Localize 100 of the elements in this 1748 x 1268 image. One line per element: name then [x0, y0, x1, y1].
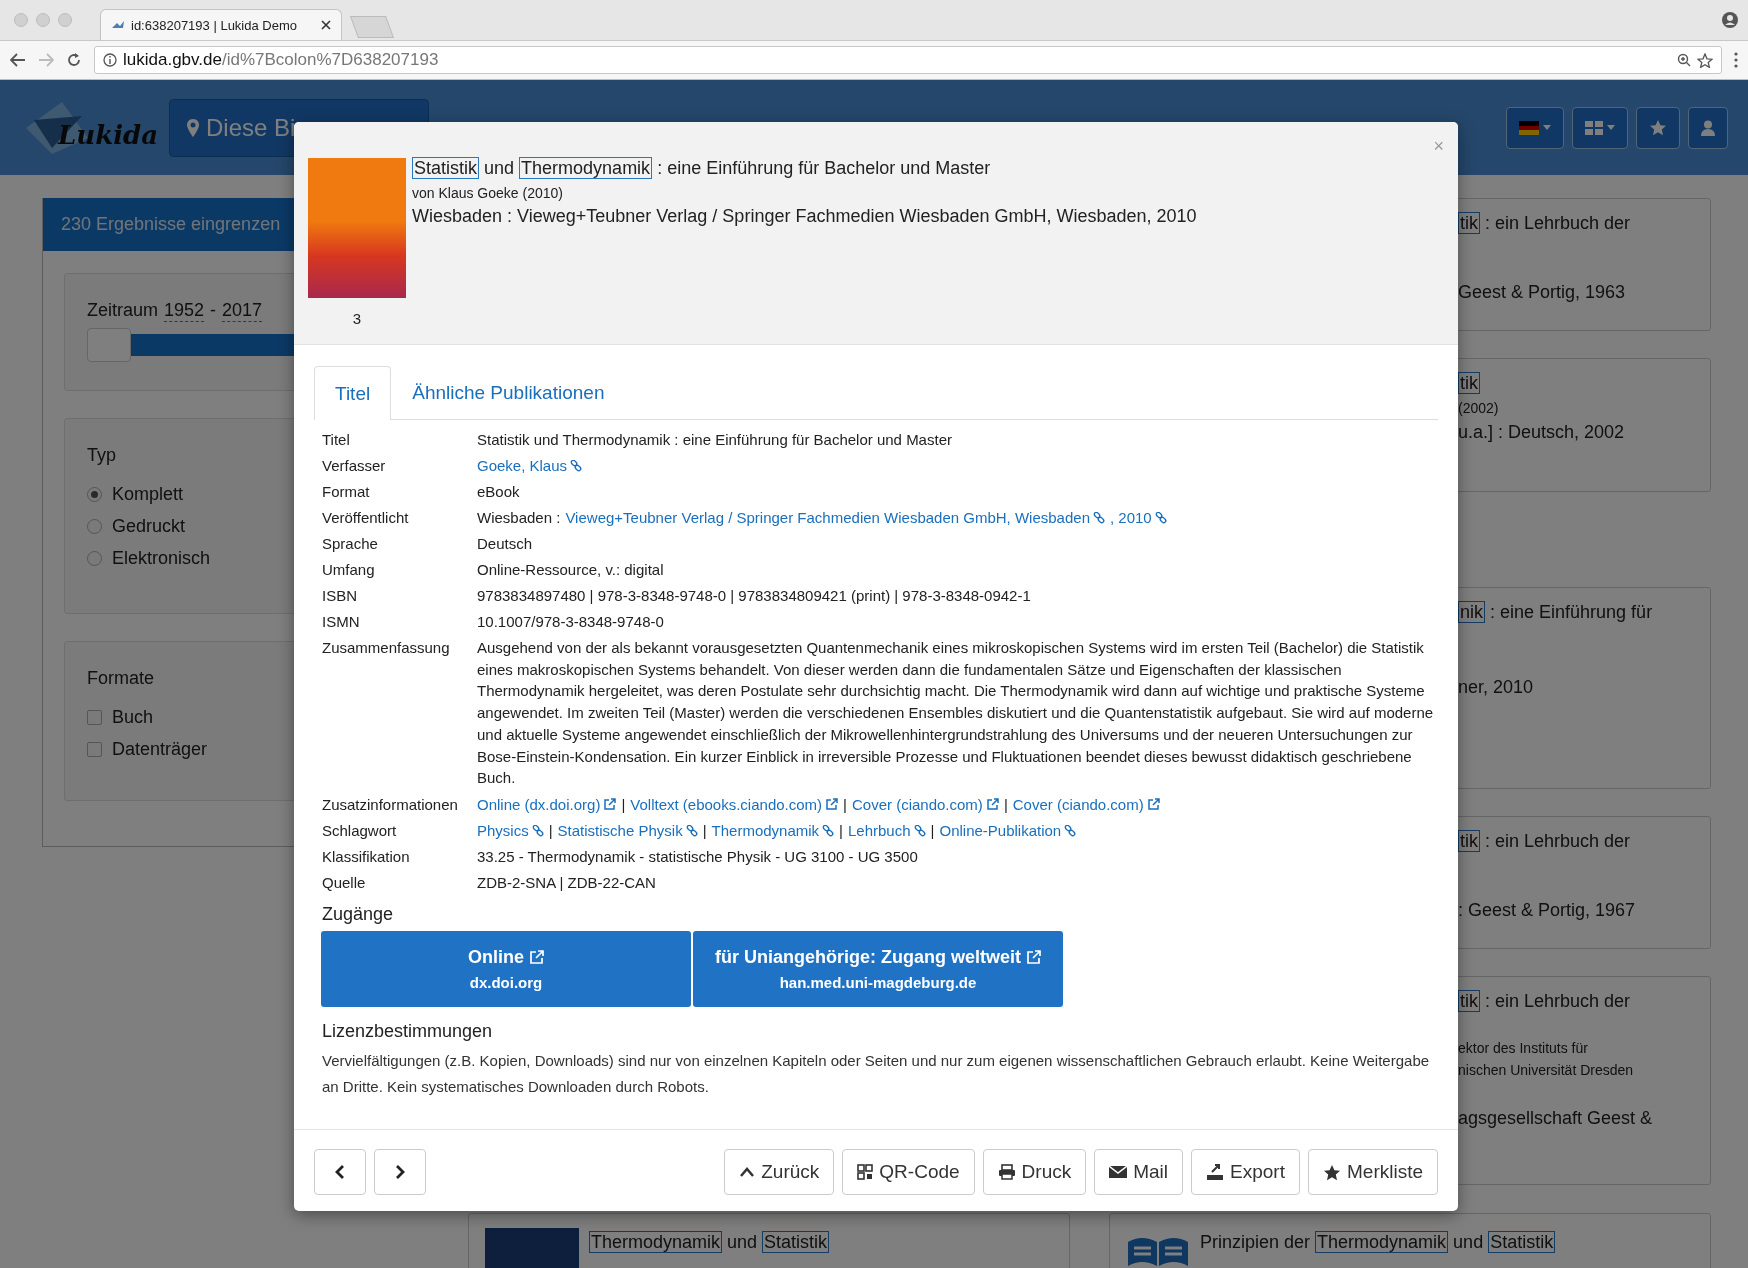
link[interactable]: Online-Publikation	[939, 817, 1077, 844]
result-publisher: agsgesellschaft Geest &	[1458, 1108, 1654, 1129]
link[interactable]: Thermodynamik	[711, 817, 835, 844]
section-heading: Zugänge	[322, 903, 395, 925]
option-label[interactable]: Datenträger	[112, 738, 208, 760]
checkbox[interactable]	[87, 709, 102, 725]
access-button[interactable]: Online dx.doi.org	[321, 930, 691, 1007]
caret-down-icon	[1543, 125, 1551, 130]
separator: |	[843, 794, 847, 815]
option-label[interactable]: Komplett	[112, 483, 184, 505]
footer-button[interactable]: QR-Code	[842, 1149, 975, 1195]
field-label: Umfang	[322, 560, 376, 580]
link[interactable]: Cover (ciando.com)	[852, 791, 999, 818]
field-label: Zusatzinformationen	[322, 794, 459, 815]
bird-icon	[111, 20, 125, 30]
tab[interactable]: Titel	[314, 366, 392, 420]
range-separator: -	[210, 300, 217, 322]
link[interactable]: Vieweg+Teubner Verlag / Springer Fachmedien Wiesbaden GmbH, Wiesbaden	[565, 505, 1105, 531]
link-icon	[685, 824, 698, 837]
field-value: Online-Ressource, v.: digital	[477, 560, 664, 580]
browser-tab[interactable]: id:638207193 | Lukida Demo	[100, 9, 342, 40]
option-label[interactable]: Elektronisch	[112, 547, 211, 569]
link[interactable]: Cover (ciando.com)	[1012, 791, 1160, 818]
forward-icon[interactable]	[38, 53, 54, 67]
close-icon[interactable]	[321, 20, 331, 30]
caret-up-icon	[739, 1166, 756, 1178]
field-value: Wiesbaden :	[477, 508, 561, 528]
field-label: Verfasser	[322, 456, 387, 476]
link[interactable]: Volltext (ebooks.ciando.com)	[630, 791, 839, 818]
link[interactable]: Physics	[477, 817, 544, 844]
footer-button[interactable]: Zurück	[724, 1149, 835, 1195]
separator: |	[621, 794, 626, 815]
menu-icon[interactable]	[1734, 52, 1738, 68]
link[interactable]: Statistische Physik	[557, 817, 698, 844]
footer-button[interactable]: Mail	[1094, 1149, 1184, 1195]
link-icon	[1154, 512, 1167, 524]
language-dropdown[interactable]	[1506, 106, 1564, 149]
year-from[interactable]: 1952	[164, 300, 205, 322]
link[interactable]: Goeke, Klaus	[477, 453, 583, 479]
external-link-icon	[529, 949, 544, 965]
separator: |	[702, 820, 707, 841]
account-icon[interactable]	[1722, 12, 1738, 28]
caret-down-icon	[1607, 125, 1615, 130]
footer-button[interactable]: Druck	[982, 1149, 1087, 1195]
radio-button[interactable]	[87, 486, 102, 502]
result-card[interactable]: Thermodynamik und Statistik	[468, 1213, 1070, 1268]
checkbox[interactable]	[87, 741, 102, 757]
cover-number: 3	[352, 310, 362, 327]
bookmark-star-icon[interactable]	[1697, 52, 1713, 68]
result-card[interactable]: Prinzipien der Thermodynamik und Statistik	[1109, 1213, 1711, 1268]
chevron-right-icon	[395, 1164, 405, 1180]
footer-button[interactable]: Export	[1191, 1149, 1300, 1195]
field-label: ISMN	[322, 612, 361, 632]
zoom-icon[interactable]	[1677, 53, 1691, 67]
option-label[interactable]: Gedruckt	[112, 515, 186, 537]
tab[interactable]: Ähnliche Publikationen	[391, 366, 626, 419]
link-icon	[913, 824, 926, 837]
author-line: von Klaus Goeke (2010)	[412, 185, 564, 201]
link-icon	[1064, 824, 1077, 837]
result-title: Prinzipien der Thermodynamik und Statistik	[1200, 1232, 1556, 1255]
link[interactable]: Online (dx.doi.org)	[477, 791, 617, 818]
user-icon	[1701, 119, 1715, 136]
imprint-line: Wiesbaden : Vieweg+Teubner Verlag / Springer Fachmedien Wiesbaden GmbH, Wiesbaden, 2010	[412, 206, 1197, 227]
external-link-icon	[1026, 949, 1041, 965]
result-publisher: Geest & Portig, 1963	[1458, 282, 1627, 303]
slider-handle[interactable]	[87, 328, 131, 362]
previous-button[interactable]	[314, 1149, 366, 1195]
field-value: Statistik und Thermodynamik : eine Einführung für Bachelor und Master	[477, 430, 952, 450]
link[interactable]: , 2010	[1110, 505, 1167, 531]
back-icon[interactable]	[10, 53, 26, 67]
grid-icon	[1585, 120, 1603, 135]
access-button[interactable]: für Uniangehörige: Zugang weltweit han.med.uni-magdeburg.de	[693, 930, 1063, 1007]
radio-button[interactable]	[87, 550, 102, 566]
grid-dropdown[interactable]	[1572, 106, 1628, 149]
result-title: tik	[1458, 373, 1481, 394]
result-meta: u.a.] : Deutsch, 2002	[1458, 422, 1626, 443]
result-title: tik : ein Lehrbuch der	[1458, 831, 1632, 852]
tab-title: id:638207193 | Lukida Demo	[131, 17, 298, 33]
star-icon	[1323, 1163, 1341, 1181]
next-button[interactable]	[374, 1149, 426, 1195]
link[interactable]: Lehrbuch	[848, 817, 926, 844]
external-link-icon	[1146, 798, 1160, 812]
link-icon	[531, 824, 544, 837]
radio-button[interactable]	[87, 518, 102, 534]
field-value: 10.1007/978-3-8348-9748-0	[477, 612, 664, 632]
field-value: Deutsch	[477, 534, 533, 554]
year-to[interactable]: 2017	[222, 300, 263, 322]
link-icon	[1093, 512, 1105, 524]
envelope-icon	[1109, 1165, 1128, 1179]
option-label[interactable]: Buch	[112, 706, 154, 728]
favorites-button[interactable]	[1636, 106, 1680, 149]
address-bar[interactable]: lukida.gbv.de/id%7Bcolon%7D638207193	[94, 46, 1722, 74]
field-label: Titel	[322, 430, 351, 450]
map-marker-icon	[186, 117, 200, 138]
star-icon	[1649, 119, 1667, 136]
footer-button[interactable]: Merkliste	[1308, 1149, 1438, 1195]
reload-icon[interactable]	[66, 52, 82, 68]
filter-label: Zeitraum	[87, 300, 158, 322]
user-button[interactable]	[1688, 106, 1728, 149]
logo-text: Lukida	[58, 119, 159, 150]
